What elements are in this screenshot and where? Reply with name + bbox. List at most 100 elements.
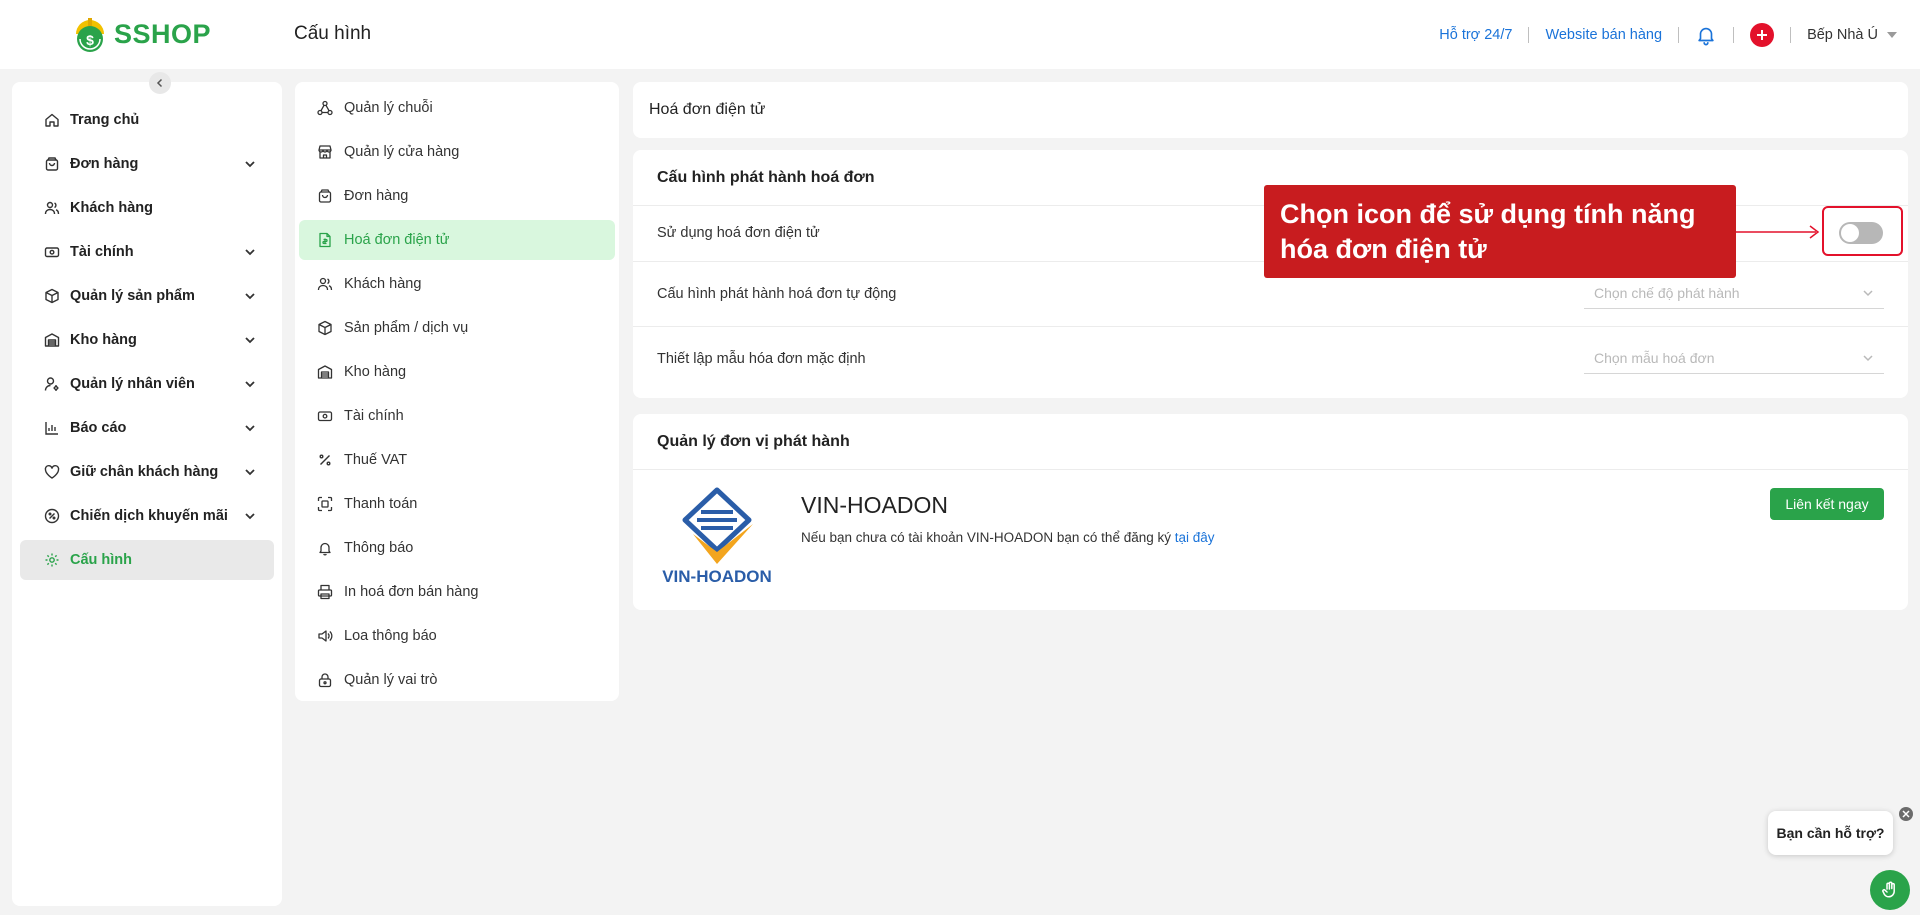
svg-text:$: $ xyxy=(86,32,94,48)
sidebar-item-home[interactable]: Trang chủ xyxy=(20,100,274,140)
chevron-down-icon[interactable] xyxy=(244,290,256,302)
issuer-card: Quản lý đơn vị phát hành VIN-HOADON VIN-… xyxy=(633,414,1908,610)
store-icon xyxy=(318,145,332,159)
link-now-button[interactable]: Liên kết ngay xyxy=(1770,488,1884,520)
speaker-icon xyxy=(318,630,333,642)
divider xyxy=(1678,27,1680,43)
divider xyxy=(1790,27,1792,43)
user-settings-icon xyxy=(44,377,59,391)
heart-icon xyxy=(44,464,60,479)
sidebar-item-label: Khách hàng xyxy=(70,200,153,216)
sidebar-item-label: Báo cáo xyxy=(70,420,127,436)
sidebar-item-label: Tài chính xyxy=(70,244,134,260)
sidebar-item-settings[interactable]: Cấu hình xyxy=(20,540,274,580)
chevron-down-icon[interactable] xyxy=(244,378,256,390)
users-icon xyxy=(317,277,333,291)
issuer-name: VIN-HOADON xyxy=(801,492,948,518)
default-template-select[interactable]: Chọn mẫu hoá đơn xyxy=(1584,342,1884,374)
divider xyxy=(1528,27,1530,43)
chevron-down-icon[interactable] xyxy=(244,510,256,522)
sidebar-item-label: Quản lý nhân viên xyxy=(70,376,195,392)
support-chat-button[interactable] xyxy=(1870,870,1910,910)
submenu-item-orders[interactable]: Đơn hàng xyxy=(299,176,615,216)
issuer-description-text: Nếu bạn chưa có tài khoản VIN-HOADON bạn… xyxy=(801,530,1175,545)
sidebar-item-promotions[interactable]: Chiến dịch khuyến mãi xyxy=(20,496,274,536)
chevron-down-icon[interactable] xyxy=(244,422,256,434)
users-icon xyxy=(44,201,60,215)
sidebar-item-label: Kho hàng xyxy=(70,332,137,348)
submenu-item-finance[interactable]: Tài chính xyxy=(299,396,615,436)
sidebar-item-label: Giữ chân khách hàng xyxy=(70,464,219,480)
sidebar-item-reports[interactable]: Báo cáo xyxy=(20,408,274,448)
hand-wave-icon xyxy=(1882,881,1895,898)
register-link[interactable]: tại đây xyxy=(1175,530,1215,545)
sidebar-item-products[interactable]: Quản lý sản phẩm xyxy=(20,276,274,316)
submenu-item-label: Đơn hàng xyxy=(344,188,409,204)
sidebar-item-label: Chiến dịch khuyến mãi xyxy=(70,508,228,524)
sidebar: Trang chủ Đơn hàng Khách hàng Tài chính … xyxy=(12,82,282,906)
config-card-title: Cấu hình phát hành hoá đơn xyxy=(657,169,875,186)
support-link[interactable]: Hỗ trợ 24/7 xyxy=(1439,27,1512,43)
discount-icon xyxy=(44,508,60,524)
network-icon xyxy=(317,100,333,116)
bell-icon xyxy=(319,542,331,556)
close-icon xyxy=(1902,810,1910,818)
submenu-item-speaker[interactable]: Loa thông báo xyxy=(299,616,615,656)
sidebar-item-finance[interactable]: Tài chính xyxy=(20,232,274,272)
section-title: Hoá đơn điện tử xyxy=(649,101,766,118)
user-name[interactable]: Bếp Nhà Ú xyxy=(1807,27,1878,43)
submenu-item-chain[interactable]: Quản lý chuỗi xyxy=(299,88,615,128)
sshop-logo-icon: $ xyxy=(76,18,104,52)
auto-issue-label: Cấu hình phát hành hoá đơn tự động xyxy=(657,286,897,302)
submenu-item-label: Thuế VAT xyxy=(344,452,408,468)
add-button[interactable] xyxy=(1750,23,1775,47)
submenu-item-roles[interactable]: Quản lý vai trò xyxy=(299,660,615,700)
chevron-down-icon[interactable] xyxy=(244,466,256,478)
warehouse-icon xyxy=(317,365,333,379)
submenu-item-label: Quản lý chuỗi xyxy=(344,100,433,116)
top-header: $ SSHOP Cấu hình Hỗ trợ 24/7 Website bán… xyxy=(0,0,1920,69)
sidebar-item-retention[interactable]: Giữ chân khách hàng xyxy=(20,452,274,492)
invoice-icon xyxy=(319,232,331,248)
lock-icon xyxy=(318,673,332,688)
sidebar-item-warehouse[interactable]: Kho hàng xyxy=(20,320,274,360)
chevron-down-icon[interactable] xyxy=(244,334,256,346)
chevron-left-icon xyxy=(156,78,163,88)
caret-down-icon[interactable] xyxy=(1886,31,1898,39)
submenu-item-products[interactable]: Sản phẩm / dịch vụ xyxy=(299,308,615,348)
submenu-item-einvoice[interactable]: Hoá đơn điện tử xyxy=(299,220,615,260)
website-link[interactable]: Website bán hàng xyxy=(1545,27,1662,43)
sidebar-item-staff[interactable]: Quản lý nhân viên xyxy=(20,364,274,404)
page-title: Cấu hình xyxy=(294,23,372,44)
submenu-item-vat[interactable]: Thuế VAT xyxy=(299,440,615,480)
sidebar-nav: Trang chủ Đơn hàng Khách hàng Tài chính … xyxy=(20,100,274,584)
sidebar-collapse-button[interactable] xyxy=(149,72,171,94)
submenu-item-warehouse[interactable]: Kho hàng xyxy=(299,352,615,392)
chevron-down-icon[interactable] xyxy=(244,246,256,258)
bell-icon[interactable] xyxy=(1695,24,1717,46)
banknote-icon xyxy=(317,411,333,422)
issuer-card-title: Quản lý đơn vị phát hành xyxy=(657,433,850,450)
settings-submenu: Quản lý chuỗi Quản lý cửa hàng Đơn hàng … xyxy=(295,82,619,701)
submenu-item-payment[interactable]: Thanh toán xyxy=(299,484,615,524)
support-bubble[interactable]: Bạn cần hỗ trợ? xyxy=(1768,811,1893,855)
auto-issue-select[interactable]: Chọn chế độ phát hành xyxy=(1584,277,1884,309)
sidebar-item-orders[interactable]: Đơn hàng xyxy=(20,144,274,184)
support-close-button[interactable] xyxy=(1899,807,1913,821)
box-icon xyxy=(45,288,59,304)
vin-logo-text: VIN-HOADON xyxy=(662,567,772,586)
chevron-down-icon[interactable] xyxy=(244,158,256,170)
sidebar-item-label: Trang chủ xyxy=(70,112,140,128)
submenu-item-label: In hoá đơn bán hàng xyxy=(344,584,479,600)
sshop-logo[interactable]: $ SSHOP xyxy=(68,12,211,56)
submenu-item-customers[interactable]: Khách hàng xyxy=(299,264,615,304)
submenu-item-notifications[interactable]: Thông báo xyxy=(299,528,615,568)
submenu-item-print-invoice[interactable]: In hoá đơn bán hàng xyxy=(299,572,615,612)
use-einvoice-label: Sử dụng hoá đơn điện tử xyxy=(657,225,820,241)
sidebar-item-customers[interactable]: Khách hàng xyxy=(20,188,274,228)
submenu-item-stores[interactable]: Quản lý cửa hàng xyxy=(299,132,615,172)
warehouse-icon xyxy=(44,333,60,347)
submenu-item-label: Quản lý vai trò xyxy=(344,672,438,688)
submenu-item-label: Khách hàng xyxy=(344,276,422,292)
divider xyxy=(1733,27,1735,43)
